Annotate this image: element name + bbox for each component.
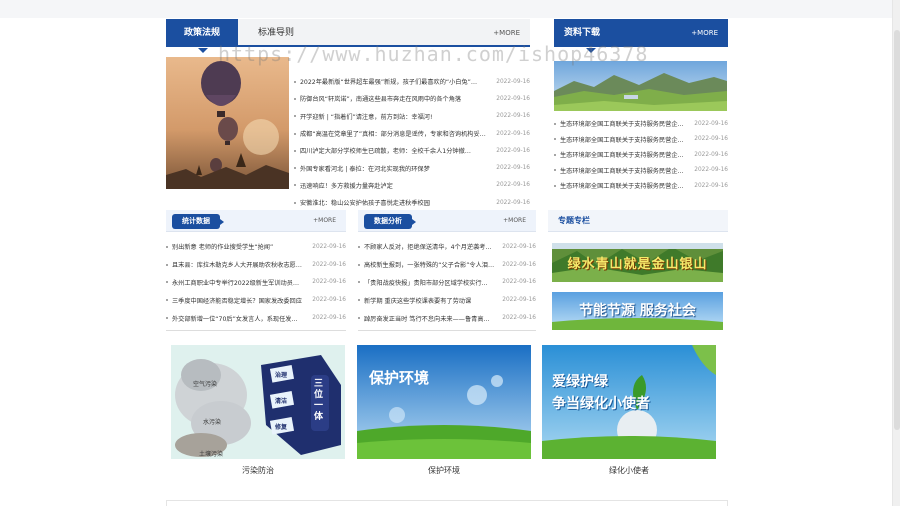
pollution-image: 空气污染 水污染 土壤污染 治理 清洁 修复 三位一体 (171, 345, 345, 459)
label-air: 空气污染 (193, 381, 218, 388)
bullet-icon (166, 245, 168, 248)
analysis-more-link[interactable]: +MORE (503, 210, 526, 232)
bullet-icon (554, 184, 556, 187)
label-govern: 治理 (275, 372, 288, 379)
bullet-icon (294, 97, 296, 100)
list-item[interactable]: 四川泸定大部分学校师生已疏散，老师：全校千余人1分钟撤… 2022-09-16 (294, 142, 530, 159)
bullet-icon (358, 263, 360, 266)
analysis-header: 数据分析 +MORE (358, 210, 536, 232)
bullet-icon (294, 201, 296, 204)
card-caption: 绿化小使者 (609, 466, 649, 475)
downloads-feature-image[interactable] (554, 61, 727, 111)
bullet-icon (554, 153, 556, 156)
list-item[interactable]: 新学期 重庆这些学校课表要有了劳动课 2022-09-16 (358, 291, 536, 309)
greening-image: 爱绿护绿 争当绿化小使者 (542, 345, 716, 459)
list-item[interactable]: 三季度中国经济能否稳定增长？国家发改委回应 2022-09-16 (166, 291, 346, 309)
stats-title[interactable]: 统计数据 (172, 214, 224, 229)
bullet-icon (554, 122, 556, 125)
protect-environment-image: 保护环境 (357, 345, 531, 459)
analysis-list: 不顾家人反对，拒绝保送清华，4个月逆袭考… 2022-09-16 高校新生报到，一… (358, 238, 536, 327)
list-item[interactable]: 高校新生报到，一张特殊的“父子合影”令人泪… 2022-09-16 (358, 256, 536, 274)
stats-header: 统计数据 +MORE (166, 210, 346, 232)
list-item[interactable]: 不顾家人反对，拒绝保送清华，4个月逆袭考… 2022-09-16 (358, 238, 536, 256)
card-caption: 保护环境 (428, 466, 460, 475)
list-item[interactable]: 别出新意 老师的作业搜受学生“抢闻” 2022-09-16 (166, 238, 346, 256)
label-soil: 土壤污染 (199, 451, 224, 458)
list-item[interactable]: 外国专家看河北 | 泰拉：在河北实现我的环保梦 2022-09-16 (294, 159, 530, 176)
bullet-icon (554, 169, 556, 172)
bullet-icon (166, 317, 168, 320)
list-item[interactable]: 「贵阳战疫快报」贵阳市部分区域学校实行… 2022-09-16 (358, 274, 536, 292)
list-item[interactable]: 2022年最新版“世界超车最强”新规，孩子们最喜欢的“小白兔”… 2022-09-… (294, 73, 530, 90)
list-item[interactable]: 生态环境部全国工商联关于支持服务民营企… 2022-09-16 (554, 116, 728, 132)
banner1-text: 绿水青山就是金山银山 (567, 257, 708, 272)
label-unity: 三位一体 (314, 379, 324, 422)
analysis-divider (358, 330, 536, 331)
special-header: 专题专栏 (548, 210, 728, 232)
bullet-icon (294, 149, 296, 152)
bullet-icon (166, 299, 168, 302)
bullet-icon (358, 281, 360, 284)
list-item[interactable]: 外交部新增一位“70后”女发言人，系现任发… 2022-09-16 (166, 309, 346, 327)
list-item[interactable]: 防御台风“轩岚诺”，南通这些县市奔走在风雨中的各个角落 2022-09-16 (294, 90, 530, 107)
list-item[interactable]: 踔厉奋发正当时 笃行不怠向未来——鲁青高… 2022-09-16 (358, 309, 536, 327)
list-item[interactable]: 迅速响应！多方救援力量奔赴泸定 2022-09-16 (294, 177, 530, 194)
landscape-image (554, 61, 727, 111)
balloon-scene-image (166, 57, 289, 189)
bullet-icon (294, 115, 296, 118)
downloads-list: 生态环境部全国工商联关于支持服务民营企… 2022-09-16 生态环境部全国工商… (554, 116, 728, 194)
bottom-panel-edge (166, 500, 728, 506)
scrollbar-thumb[interactable] (894, 30, 900, 430)
downloads-more-link[interactable]: +MORE (691, 19, 718, 47)
special-banner-green-mountains[interactable]: 绿水青山就是金山银山 (552, 243, 723, 282)
list-item[interactable]: 生态环境部全国工商联关于支持服务民营企… 2022-09-16 (554, 178, 728, 194)
special-banner-energy[interactable]: 节能节源 服务社会 (552, 292, 723, 330)
protect-headline: 保护环境 (369, 369, 430, 387)
list-item[interactable]: 永州工商职业中专举行2022级新生军训动员… 2022-09-16 (166, 274, 346, 292)
stats-more-link[interactable]: +MORE (313, 210, 336, 232)
greening-headline-2: 争当绿化小使者 (552, 396, 650, 412)
special-title: 专题专栏 (558, 216, 590, 225)
policy-news-list: 2022年最新版“世界超车最强”新规，孩子们最喜欢的“小白兔”… 2022-09-… (294, 73, 530, 211)
bullet-icon (294, 132, 296, 135)
bullet-icon (358, 245, 360, 248)
bullet-icon (294, 80, 296, 83)
policy-feature-image[interactable] (166, 57, 289, 189)
label-repair: 修复 (275, 424, 288, 431)
greening-headline-1: 爱绿护绿 (552, 374, 608, 390)
list-item[interactable]: 开学迎新 | “指着们”请注意，前方到站：幸福河! 2022-09-16 (294, 108, 530, 125)
list-item[interactable]: 生态环境部全国工商联关于支持服务民营企… 2022-09-16 (554, 147, 728, 163)
label-water: 水污染 (203, 419, 222, 426)
label-clean: 清洁 (275, 398, 288, 405)
list-item[interactable]: 且末县：库拉木勒克乡人大开展助农秋收志愿… 2022-09-16 (166, 256, 346, 274)
bullet-icon (358, 317, 360, 320)
list-item[interactable]: 安徽淮北：稳山公安护佑孩子喜悦走进秋季校园 2022-09-16 (294, 194, 530, 211)
bullet-icon (166, 263, 168, 266)
bullet-icon (166, 281, 168, 284)
stats-list: 别出新意 老师的作业搜受学生“抢闻” 2022-09-16 且末县：库拉木勒克乡人… (166, 238, 346, 327)
top-shade (0, 0, 900, 18)
list-item[interactable]: 生态环境部全国工商联关于支持服务民营企… 2022-09-16 (554, 132, 728, 148)
page-scrollbar[interactable] (892, 0, 900, 506)
bullet-icon (554, 138, 556, 141)
list-item[interactable]: 成都“高温在党章里了”真相：部分消息是谣传，专家和咨询机构妥… 2022-09-1… (294, 125, 530, 142)
card-caption: 污染防治 (242, 466, 274, 475)
protect-environment-illustration (357, 345, 531, 459)
bullet-icon (294, 167, 296, 170)
banner2-text: 节能节源 服务社会 (579, 303, 696, 319)
stats-divider (166, 330, 346, 331)
watermark-text: https://www.huzhan.com/ishop46378 (218, 42, 649, 66)
analysis-title[interactable]: 数据分析 (364, 214, 416, 229)
bullet-icon (294, 184, 296, 187)
bullet-icon (358, 299, 360, 302)
list-item[interactable]: 生态环境部全国工商联关于支持服务民营企… 2022-09-16 (554, 163, 728, 179)
